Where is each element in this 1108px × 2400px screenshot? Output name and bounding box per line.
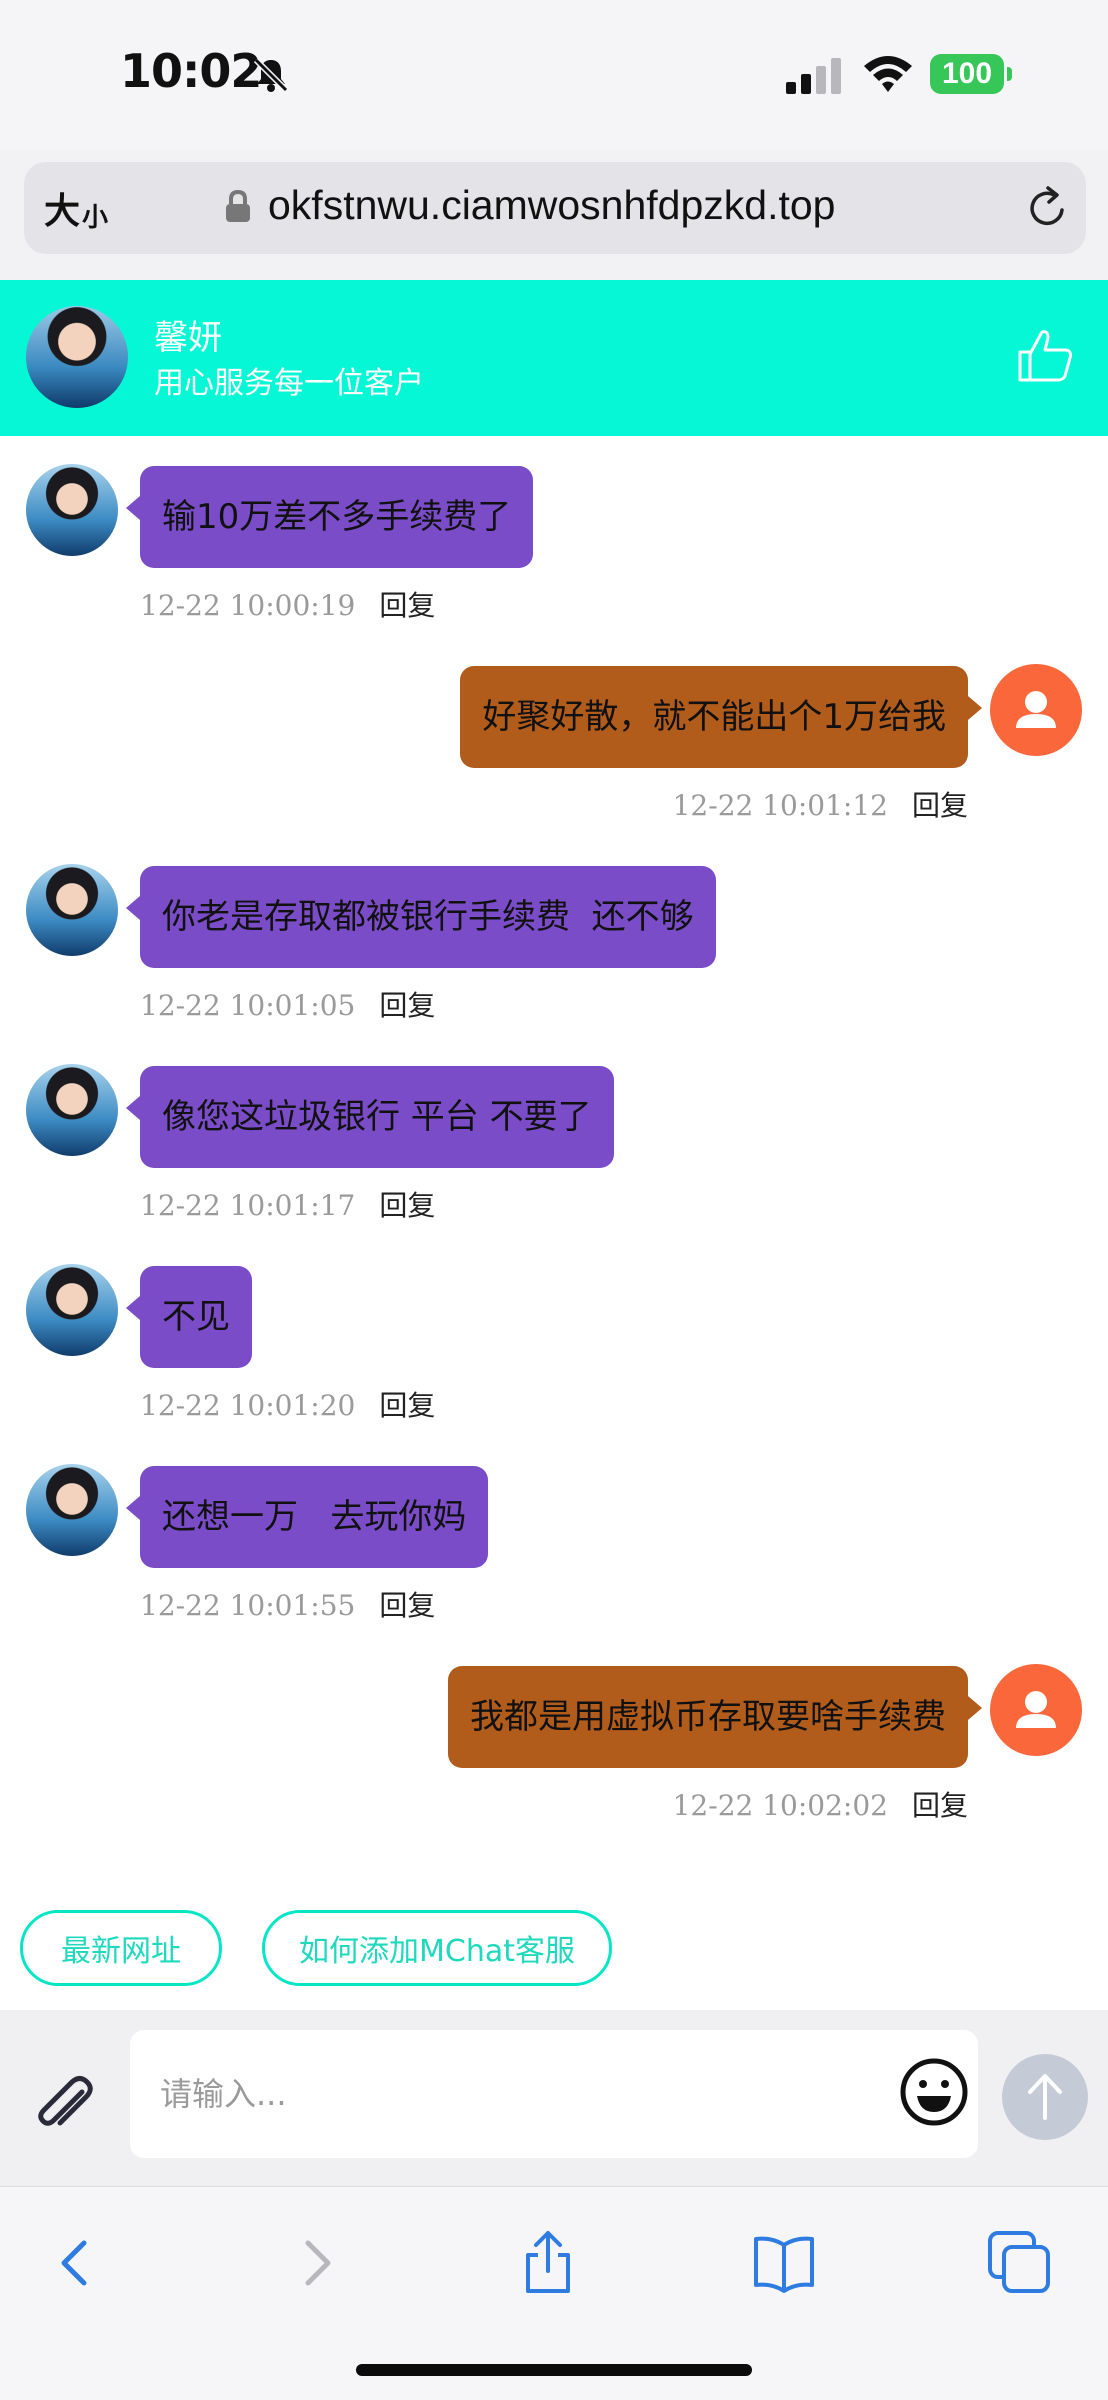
text-size-large: 大 [44,191,81,232]
agent-avatar [26,464,118,556]
thumbs-up-icon[interactable] [1014,324,1076,386]
user-icon [1016,1691,1056,1728]
quick-reply-add-mchat[interactable]: 如何添加MChat客服 [262,1910,612,1986]
chat-header: 馨妍 用心服务每一位客户 [0,280,1108,436]
quick-reply-latest-url[interactable]: 最新网址 [20,1910,222,1986]
reply-link[interactable]: 回复 [379,989,435,1022]
address-bar[interactable]: 大小 okfstnwu.ciamwosnhfdpzkd.top [24,162,1086,254]
quick-reply-bar: 最新网址 如何添加MChat客服 [0,1880,1108,2010]
message-time: 12-22 10:00:19 [140,589,356,622]
message-bubble: 我都是用虚拟币存取要啥手续费 [448,1666,982,1768]
message-input[interactable] [160,2060,900,2128]
user-avatar [990,664,1082,756]
text-size-button[interactable]: 大小 [44,184,124,234]
message-time: 12-22 10:01:55 [140,1589,356,1622]
lock-icon [226,190,250,222]
signal-icon [786,58,841,94]
message-bubble: 好聚好散，就不能出个1万给我 [460,666,982,768]
paperclip-icon[interactable] [30,2072,100,2142]
agent-tagline: 用心服务每一位客户 [154,366,424,401]
message-bubble: 像您这垃圾银行 平台 不要了 [126,1066,614,1168]
reply-link[interactable]: 回复 [379,1189,435,1222]
message-row: 像您这垃圾银行 平台 不要了 12-22 10:01:17 回复 [0,1036,1108,1236]
message-time: 12-22 10:02:02 [672,1789,888,1822]
agent-avatar [26,1264,118,1356]
emoji-icon[interactable] [898,2056,970,2128]
status-bar: 10:02 100 [0,0,1108,150]
message-time: 12-22 10:01:20 [140,1389,356,1422]
reply-link[interactable]: 回复 [912,1789,968,1822]
message-time: 12-22 10:01:17 [140,1189,356,1222]
send-arrow-icon [1028,2074,1062,2120]
agent-avatar [26,1064,118,1156]
user-avatar [990,1664,1082,1756]
back-icon[interactable] [40,2227,112,2299]
message-bubble: 你老是存取都被银行手续费 还不够 [126,866,716,968]
message-time: 12-22 10:01:05 [140,989,356,1022]
agent-avatar [26,1464,118,1556]
reply-link[interactable]: 回复 [379,1389,435,1422]
battery-level: 100 [930,54,1004,94]
bookmarks-icon[interactable] [748,2227,820,2299]
agent-avatar [26,864,118,956]
message-row: 你老是存取都被银行手续费 还不够 12-22 10:01:05 回复 [0,836,1108,1036]
text-size-small: 小 [82,203,109,233]
status-time: 10:02 [120,44,262,98]
message-bubble: 不见 [126,1266,252,1368]
url-text[interactable]: okfstnwu.ciamwosnhfdpzkd.top [268,182,835,229]
user-icon [1016,691,1056,728]
tabs-icon[interactable] [984,2227,1056,2299]
agent-name: 馨妍 [154,318,222,358]
message-row: 我都是用虚拟币存取要啥手续费 12-22 10:02:02 回复 [0,1636,1108,1836]
home-indicator [356,2364,752,2376]
reload-icon[interactable] [1024,184,1072,232]
message-input-box[interactable] [130,2030,978,2158]
chat-area[interactable]: 输10万差不多手续费了 12-22 10:00:19 回复 好聚好散，就不能出个1… [0,436,1108,1880]
battery-icon: 100 [930,54,1012,94]
message-row: 还想一万 去玩你妈 12-22 10:01:55 回复 [0,1436,1108,1636]
message-row: 好聚好散，就不能出个1万给我 12-22 10:01:12 回复 [0,636,1108,836]
message-row: 输10万差不多手续费了 12-22 10:00:19 回复 [0,436,1108,636]
agent-avatar [26,306,128,408]
message-time: 12-22 10:01:12 [672,789,888,822]
message-bubble: 输10万差不多手续费了 [125,466,534,568]
forward-icon[interactable] [280,2227,352,2299]
reply-link[interactable]: 回复 [912,789,968,822]
input-bar [0,2010,1108,2186]
wifi-icon [864,56,912,92]
reply-link[interactable]: 回复 [379,1589,435,1622]
send-button[interactable] [1002,2054,1088,2140]
message-row: 不见 12-22 10:01:20 回复 [0,1236,1108,1436]
reply-link[interactable]: 回复 [379,589,435,622]
message-bubble: 还想一万 去玩你妈 [125,1466,489,1568]
bell-slash-icon [253,57,289,93]
share-icon[interactable] [512,2227,584,2299]
